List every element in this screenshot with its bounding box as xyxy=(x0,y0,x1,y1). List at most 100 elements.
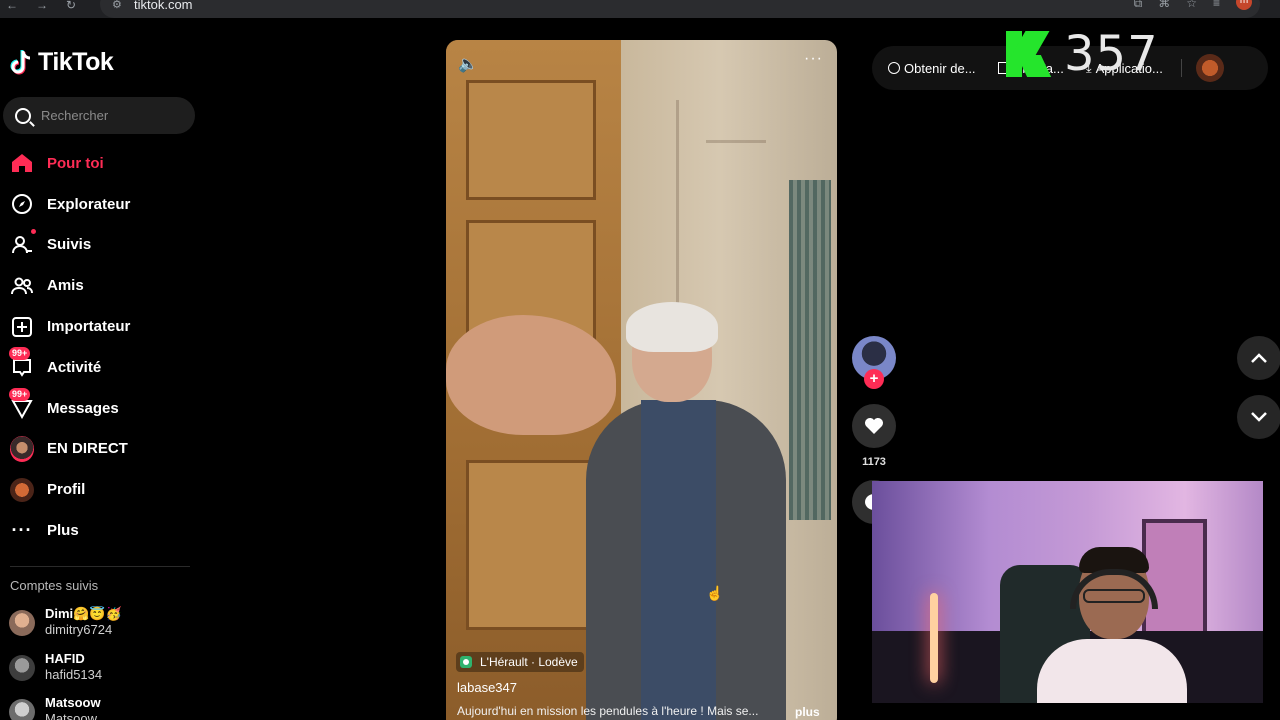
user-avatar[interactable] xyxy=(1195,54,1224,82)
followed-accounts-title: Comptes suivis xyxy=(10,578,99,593)
video-player[interactable]: 🔈 ··· L'Hérault · Lodève labase347 Aujou… xyxy=(446,40,837,720)
video-caption: Aujourd'hui en mission les pendules à l'… xyxy=(457,704,759,718)
sidebar: TikTok Pour toi Explorateur Suivis xyxy=(0,18,200,720)
avatar xyxy=(9,699,35,720)
nav-item-en-direct[interactable]: EN DIRECT xyxy=(0,429,200,470)
logo-text: TikTok xyxy=(38,48,114,76)
like-button[interactable] xyxy=(852,404,896,448)
forward-icon[interactable]: → xyxy=(36,0,48,11)
get-coins-label: Obtenir de... xyxy=(904,60,976,76)
search-box[interactable] xyxy=(3,97,195,134)
chevron-up-icon xyxy=(1251,353,1267,363)
followed-account[interactable]: HAFID hafid5134 xyxy=(9,651,102,683)
nav-item-suivis[interactable]: Suivis xyxy=(0,225,200,266)
nav-label: Activité xyxy=(47,358,102,376)
browser-toolbar: ← → ↻ ⚙ tiktok.com ⧉ ⌘ ☆ ≡ m xyxy=(0,0,1280,18)
nav-item-amis[interactable]: Amis xyxy=(0,265,200,306)
counter-value: 357 xyxy=(1064,26,1159,82)
chevron-down-icon xyxy=(1251,412,1267,422)
friends-icon xyxy=(10,274,34,298)
get-coins-button[interactable]: Obtenir de... xyxy=(888,61,976,76)
heart-icon xyxy=(865,418,883,434)
nav-item-messages[interactable]: 99+ Messages xyxy=(0,387,200,429)
webcam-neon-light xyxy=(930,593,938,683)
messages-badge: 99+ xyxy=(9,387,31,401)
avatar xyxy=(9,610,35,636)
location-text: L'Hérault · Lodève xyxy=(480,655,578,669)
account-name: HAFID xyxy=(45,651,85,666)
account-name: Matsoow xyxy=(45,695,101,710)
follow-plus-icon[interactable]: + xyxy=(864,369,884,389)
install-icon[interactable]: ⧉ xyxy=(1134,0,1143,11)
nav-label: Suivis xyxy=(47,236,92,254)
nav-label: Importateur xyxy=(47,318,131,336)
live-avatar xyxy=(10,435,34,462)
topbar-divider xyxy=(1180,59,1182,77)
avatar xyxy=(9,655,35,681)
home-icon xyxy=(10,151,34,175)
url-text[interactable]: tiktok.com xyxy=(134,0,193,12)
nav-label: EN DIRECT xyxy=(47,440,128,458)
nav-item-explorateur[interactable]: Explorateur xyxy=(0,184,200,225)
followed-account[interactable]: Dimi🤗😇🥳 dimitry6724 xyxy=(9,606,122,638)
webcam-glasses xyxy=(1083,589,1145,603)
nav-item-pour-toi[interactable]: Pour toi xyxy=(0,143,200,184)
tiktok-coin-icon xyxy=(888,62,900,74)
webcam-person-body xyxy=(1037,639,1187,703)
video-author[interactable]: labase347 xyxy=(457,680,517,695)
notification-dot xyxy=(31,228,36,234)
previous-video-button[interactable] xyxy=(1237,336,1280,380)
nav-item-importateur[interactable]: Importateur xyxy=(0,306,200,347)
reload-icon[interactable]: ↻ xyxy=(66,0,76,11)
account-name: Dimi🤗😇🥳 xyxy=(45,606,122,621)
browser-profile-avatar[interactable]: m xyxy=(1236,0,1252,10)
nav-label: Pour toi xyxy=(47,154,104,172)
location-chip[interactable]: L'Hérault · Lodève xyxy=(456,652,584,672)
nav-label: Explorateur xyxy=(47,195,131,213)
tiktok-note-icon xyxy=(10,49,31,74)
creator-avatar[interactable]: + xyxy=(852,336,896,389)
back-icon[interactable]: ← xyxy=(6,0,18,11)
video-options-icon[interactable]: ··· xyxy=(804,50,823,68)
caption-more-link[interactable]: plus xyxy=(795,705,820,719)
activity-badge: 99+ xyxy=(9,346,31,360)
sidebar-divider xyxy=(10,566,190,567)
address-bar[interactable] xyxy=(100,0,1260,18)
video-person-shirt xyxy=(641,400,716,720)
like-count: 1173 xyxy=(862,456,886,468)
nav-label: Profil xyxy=(47,481,86,499)
nav-item-plus[interactable]: ··· Plus xyxy=(0,510,200,551)
account-handle: dimitry6724 xyxy=(45,622,113,637)
nav-item-activite[interactable]: 99+ Activité xyxy=(0,346,200,388)
following-icon xyxy=(10,233,34,257)
more-icon: ··· xyxy=(11,520,33,541)
followed-account[interactable]: Matsoow Matsoow xyxy=(9,695,101,720)
upload-icon xyxy=(10,315,34,339)
mouse-cursor-icon: ☝ xyxy=(706,585,724,601)
webcam-background-door xyxy=(1142,519,1207,649)
stream-counter-overlay: 357 xyxy=(1004,26,1159,82)
profile-avatar xyxy=(10,477,34,502)
bookmark-star-icon[interactable]: ☆ xyxy=(1186,0,1197,11)
webcam-overlay xyxy=(872,481,1263,703)
video-person-hair xyxy=(626,302,718,352)
search-input[interactable] xyxy=(41,108,181,123)
search-icon xyxy=(15,107,31,124)
nav-label: Amis xyxy=(47,277,84,295)
main-nav: Pour toi Explorateur Suivis Amis Importa… xyxy=(0,143,200,551)
compass-icon xyxy=(10,192,34,216)
location-pin-icon xyxy=(460,656,472,668)
nav-item-profil[interactable]: Profil xyxy=(0,469,200,510)
media-icon[interactable]: ≡ xyxy=(1213,0,1220,11)
site-info-icon[interactable]: ⚙ xyxy=(112,0,124,11)
tiktok-logo[interactable]: TikTok xyxy=(10,48,114,77)
account-handle: hafid5134 xyxy=(45,667,103,682)
browser-nav: ← → ↻ xyxy=(6,0,76,11)
nav-label: Messages xyxy=(47,399,119,417)
translate-icon[interactable]: ⌘ xyxy=(1158,0,1170,11)
nav-label: Plus xyxy=(47,522,79,540)
k-logo-icon xyxy=(1004,29,1052,79)
next-video-button[interactable] xyxy=(1237,395,1280,439)
video-window xyxy=(789,180,831,520)
volume-icon[interactable]: 🔈 xyxy=(458,54,478,74)
